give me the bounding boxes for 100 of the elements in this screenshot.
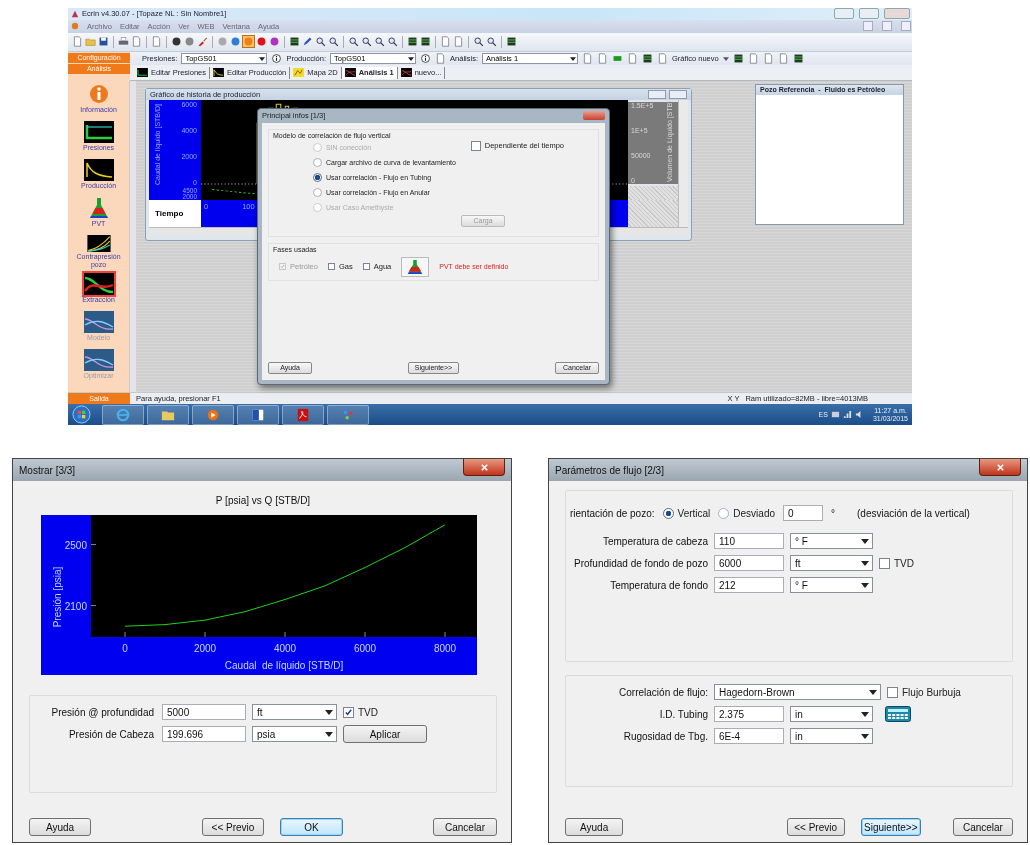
magnifier-icon[interactable]: [473, 36, 484, 48]
unit-dropdown[interactable]: psia: [252, 726, 337, 742]
close-button[interactable]: [463, 459, 505, 476]
scrollbar[interactable]: [678, 99, 688, 186]
dialog-button[interactable]: Cancelar: [433, 818, 497, 836]
page-icon[interactable]: [131, 36, 142, 48]
checkbox[interactable]: [362, 263, 370, 271]
page-icon[interactable]: [151, 36, 162, 48]
scrollbar[interactable]: [678, 199, 688, 227]
magnifier-icon[interactable]: [315, 36, 326, 48]
input-field[interactable]: 5000: [162, 704, 246, 720]
ball-icon[interactable]: [171, 36, 182, 48]
field-label: Presión de Cabeza: [67, 728, 154, 740]
unit-dropdown[interactable]: ft: [790, 555, 873, 571]
radio-button[interactable]: [662, 507, 674, 519]
pen-icon[interactable]: [302, 36, 313, 48]
input-field[interactable]: 2.375: [714, 706, 784, 722]
info-icon: [271, 53, 283, 65]
input-field[interactable]: 6E-4: [714, 728, 784, 744]
magnifier-icon[interactable]: [328, 36, 339, 48]
app-icon: [71, 9, 79, 18]
checkbox[interactable]: [887, 686, 898, 698]
grid-icon[interactable]: [732, 53, 744, 65]
magnifier-icon[interactable]: [361, 36, 372, 48]
caret-icon: [570, 56, 576, 61]
start-button[interactable]: [72, 405, 91, 425]
unit-label: °: [831, 507, 835, 519]
map-icon: [293, 68, 305, 78]
minimize-button[interactable]: [863, 21, 873, 32]
unit-dropdown[interactable]: in: [790, 706, 873, 722]
radio-button[interactable]: [718, 507, 730, 519]
dialog-button[interactable]: Ayuda: [565, 818, 624, 836]
unit-dropdown[interactable]: in: [790, 728, 873, 744]
dialog-button[interactable]: Siguiente>>: [860, 818, 921, 836]
radio-button[interactable]: [313, 157, 322, 167]
caret-icon: [861, 711, 869, 717]
grid-icon[interactable]: [642, 53, 653, 65]
maximize-button[interactable]: [859, 8, 879, 20]
axis-tick-label: 2100: [64, 600, 87, 612]
checkbox[interactable]: [470, 140, 481, 151]
magnifier-icon[interactable]: [348, 36, 359, 48]
input-field[interactable]: 212: [714, 577, 784, 593]
page-icon[interactable]: [440, 36, 451, 48]
grid-icon[interactable]: [792, 53, 804, 65]
page-icon[interactable]: [582, 53, 593, 65]
chart-icon: [137, 68, 148, 78]
checkbox[interactable]: [327, 263, 335, 271]
page-icon[interactable]: [453, 36, 464, 48]
input-field[interactable]: 6000: [714, 555, 784, 571]
close-icon: [479, 462, 489, 472]
angle-field[interactable]: 0: [783, 505, 823, 521]
caret-icon: [869, 689, 877, 695]
axis-tick-label: 4000: [273, 643, 297, 654]
radio-button[interactable]: [313, 187, 322, 197]
dialog-button[interactable]: OK: [280, 818, 343, 836]
restore-button[interactable]: [882, 21, 892, 32]
input-field[interactable]: 110: [714, 533, 784, 549]
magnifier-icon[interactable]: [486, 36, 497, 48]
restore-button[interactable]: [648, 89, 666, 99]
checkbox-label: TVD: [358, 706, 378, 718]
flask-icon: [406, 258, 425, 275]
unit-dropdown[interactable]: ° F: [790, 533, 873, 549]
checkbox[interactable]: [879, 557, 890, 569]
checkbox[interactable]: [343, 706, 354, 718]
grid-icon[interactable]: [289, 36, 300, 48]
minimize-button[interactable]: [834, 8, 854, 20]
dialog-button[interactable]: << Previo: [202, 818, 264, 836]
brush-icon[interactable]: [197, 36, 208, 48]
close-button[interactable]: [979, 459, 1021, 476]
magnifier-icon[interactable]: [374, 36, 385, 48]
grid-icon[interactable]: [506, 36, 517, 48]
unit-dropdown[interactable]: ° F: [790, 577, 873, 593]
scrollbar[interactable]: [129, 80, 136, 393]
dialog-button[interactable]: Cancelar: [952, 818, 1013, 836]
printer-icon[interactable]: [118, 36, 129, 48]
caret-icon: [722, 56, 729, 61]
axis-tick-label: 8000: [433, 643, 457, 654]
unit-dropdown[interactable]: ft: [252, 704, 337, 720]
input-field[interactable]: 199.696: [162, 726, 246, 742]
dialog-button[interactable]: << Previo: [786, 818, 845, 836]
page-icon[interactable]: [597, 53, 608, 65]
caret-icon: [861, 560, 869, 566]
radio-button[interactable]: [313, 172, 322, 182]
grid-icon[interactable]: [407, 36, 418, 48]
taskbar-button[interactable]: [147, 404, 189, 425]
field-label: Temperatura de cabeza: [601, 535, 708, 547]
taskbar-button[interactable]: [237, 404, 279, 425]
dialog-button[interactable]: Ayuda: [29, 818, 91, 836]
page-icon[interactable]: [72, 36, 83, 48]
caret-icon: [259, 56, 266, 61]
correlation-dropdown[interactable]: Hagedorn-Brown: [714, 684, 881, 700]
chart-title: P [psia] vs Q [STB/D]: [214, 495, 312, 506]
axis-tick-label: 2000: [193, 643, 217, 654]
apply-button[interactable]: Aplicar: [343, 725, 427, 743]
dialog-title: Parámetros de flujo [2/3]: [555, 464, 664, 476]
pvt-button[interactable]: [401, 256, 430, 277]
caret-icon: [325, 731, 333, 737]
calculator-icon[interactable]: [885, 706, 911, 722]
grid-icon[interactable]: [420, 36, 431, 48]
magnifier-icon[interactable]: [387, 36, 398, 48]
